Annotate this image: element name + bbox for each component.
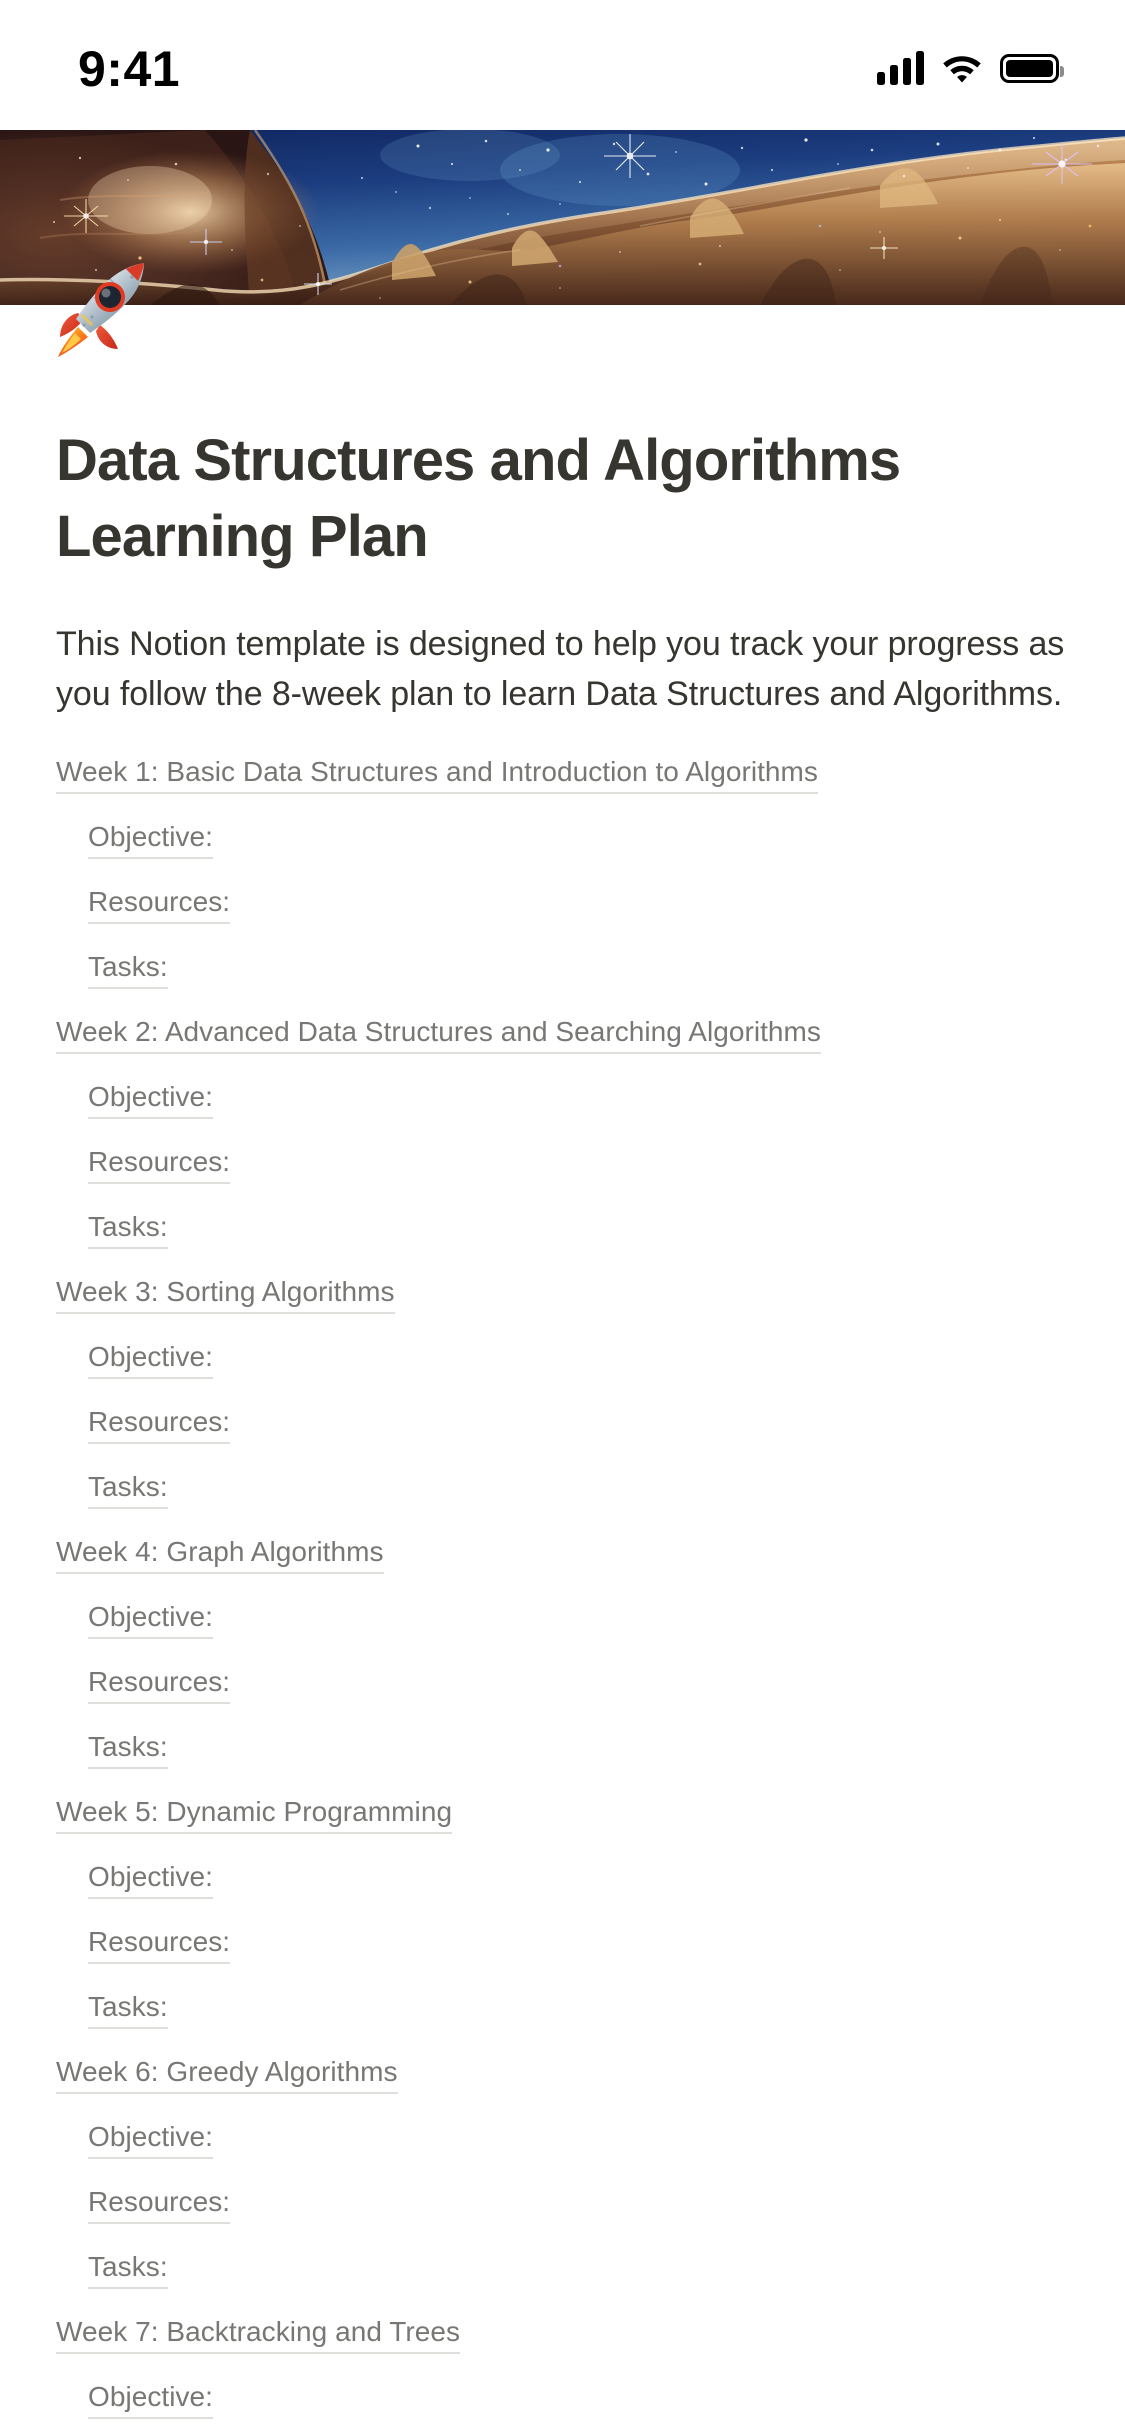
toc-row: Resources: bbox=[56, 1392, 1069, 1457]
toc-row: Week 5: Dynamic Programming bbox=[56, 1782, 1069, 1847]
toc-row: Objective: bbox=[56, 2107, 1069, 2172]
toc-link[interactable]: Objective: bbox=[88, 820, 213, 859]
toc-link[interactable]: Tasks: bbox=[88, 1730, 168, 1769]
status-bar-time: 9:41 bbox=[78, 41, 181, 97]
toc-link[interactable]: Resources: bbox=[88, 885, 231, 924]
toc-row: Resources: bbox=[56, 2172, 1069, 2237]
toc-row: Objective: bbox=[56, 2367, 1069, 2432]
toc-row: Objective: bbox=[56, 1327, 1069, 1392]
toc-link[interactable]: Objective: bbox=[88, 2120, 213, 2159]
toc-row: Week 6: Greedy Algorithms bbox=[56, 2042, 1069, 2107]
toc-link[interactable]: Objective: bbox=[88, 2380, 213, 2419]
toc-row: Tasks: bbox=[56, 1197, 1069, 1262]
cover-image[interactable] bbox=[0, 130, 1125, 305]
cellular-bars-icon bbox=[877, 51, 924, 85]
toc-link[interactable]: Tasks: bbox=[88, 950, 168, 989]
toc-link[interactable]: Week 3: Sorting Algorithms bbox=[56, 1275, 395, 1314]
toc-row: Tasks: bbox=[56, 1457, 1069, 1522]
toc-row: Week 7: Backtracking and Trees bbox=[56, 2302, 1069, 2367]
toc-link[interactable]: Resources: bbox=[88, 2185, 231, 2224]
toc-row: Objective: bbox=[56, 1847, 1069, 1912]
toc-row: Week 2: Advanced Data Structures and Sea… bbox=[56, 1002, 1069, 1067]
phone-screen: 9:41 Data Structures and Algorithms Lear… bbox=[0, 0, 1125, 2436]
toc-row: Tasks: bbox=[56, 1717, 1069, 1782]
toc-link[interactable]: Resources: bbox=[88, 1665, 231, 1704]
wifi-icon bbox=[941, 52, 983, 84]
toc-row: Tasks: bbox=[56, 1977, 1069, 2042]
toc-row: Tasks: bbox=[56, 937, 1069, 1002]
toc-link[interactable]: Tasks: bbox=[88, 1210, 168, 1249]
toc-link[interactable]: Week 7: Backtracking and Trees bbox=[56, 2315, 461, 2354]
toc-link[interactable]: Tasks: bbox=[88, 2250, 168, 2289]
toc-link[interactable]: Objective: bbox=[88, 1080, 213, 1119]
battery-full-icon bbox=[1000, 53, 1064, 83]
toc-link[interactable]: Objective: bbox=[88, 1600, 213, 1639]
toc-link[interactable]: Resources: bbox=[88, 1405, 231, 1444]
status-bar: 9:41 bbox=[0, 0, 1125, 130]
page-description: This Notion template is designed to help… bbox=[56, 625, 1065, 713]
toc-row: Tasks: bbox=[56, 2237, 1069, 2302]
table-of-contents: Week 1: Basic Data Structures and Introd… bbox=[56, 755, 1069, 2432]
toc-link[interactable]: Week 1: Basic Data Structures and Introd… bbox=[56, 755, 818, 794]
toc-link[interactable]: Week 4: Graph Algorithms bbox=[56, 1535, 384, 1574]
toc-link[interactable]: Tasks: bbox=[88, 1990, 168, 2029]
toc-link[interactable]: Week 5: Dynamic Programming bbox=[56, 1795, 453, 1834]
toc-link[interactable]: Objective: bbox=[88, 1860, 213, 1899]
toc-link[interactable]: Week 6: Greedy Algorithms bbox=[56, 2055, 398, 2094]
status-bar-icons bbox=[877, 45, 1064, 85]
toc-row: Week 3: Sorting Algorithms bbox=[56, 1262, 1069, 1327]
toc-row: Week 1: Basic Data Structures and Introd… bbox=[56, 755, 1069, 807]
toc-row: Objective: bbox=[56, 1587, 1069, 1652]
toc-link[interactable]: Resources: bbox=[88, 1925, 231, 1964]
toc-row: Resources: bbox=[56, 1652, 1069, 1717]
toc-link[interactable]: Objective: bbox=[88, 1340, 213, 1379]
toc-row: Resources: bbox=[56, 1912, 1069, 1977]
toc-row: Resources: bbox=[56, 872, 1069, 937]
toc-row: Objective: bbox=[56, 807, 1069, 872]
toc-link[interactable]: Tasks: bbox=[88, 1470, 168, 1509]
toc-row: Resources: bbox=[56, 1132, 1069, 1197]
toc-link[interactable]: Week 2: Advanced Data Structures and Sea… bbox=[56, 1015, 821, 1054]
rocket-emoji-icon[interactable] bbox=[48, 253, 156, 361]
toc-row: Week 4: Graph Algorithms bbox=[56, 1522, 1069, 1587]
page-title: Data Structures and Algorithms Learning … bbox=[56, 428, 901, 569]
toc-row: Objective: bbox=[56, 1067, 1069, 1132]
page-content: Data Structures and Algorithms Learning … bbox=[0, 263, 1125, 2432]
toc-link[interactable]: Resources: bbox=[88, 1145, 231, 1184]
